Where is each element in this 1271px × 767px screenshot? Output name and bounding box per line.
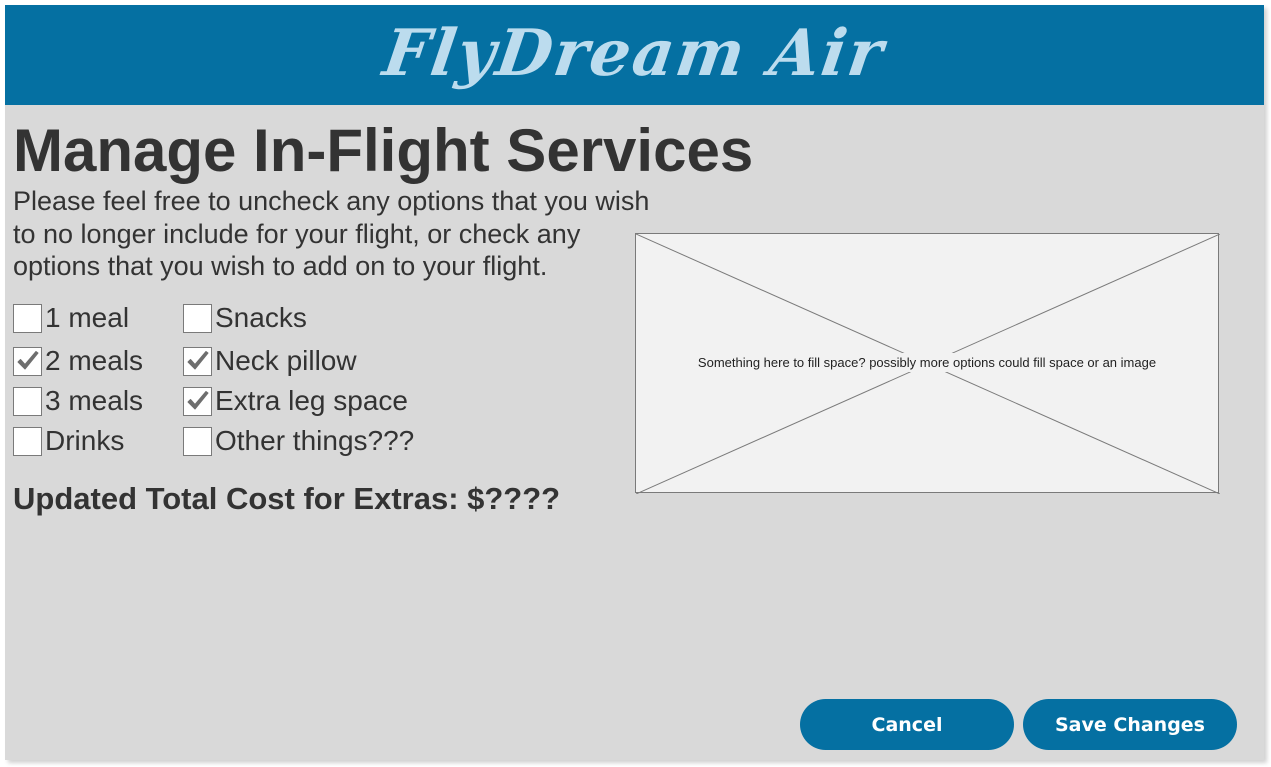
checkbox[interactable] bbox=[183, 346, 212, 376]
option-label: Neck pillow bbox=[215, 345, 357, 376]
save-changes-button[interactable]: Save Changes bbox=[1023, 699, 1237, 750]
check-icon bbox=[187, 391, 208, 410]
option-2-meals[interactable]: 2 meals bbox=[13, 345, 143, 377]
checkbox[interactable] bbox=[183, 303, 212, 333]
check-icon bbox=[17, 351, 38, 370]
checkbox[interactable] bbox=[183, 426, 212, 456]
intro-line: Please feel free to uncheck any options … bbox=[13, 186, 650, 216]
total-cost: Updated Total Cost for Extras: $???? bbox=[13, 481, 561, 516]
checkbox[interactable] bbox=[13, 303, 42, 333]
option-label: Drinks bbox=[45, 425, 125, 456]
checkbox[interactable] bbox=[13, 386, 42, 416]
intro-line: to no longer include for your flight, or… bbox=[13, 218, 581, 249]
option-3-meals[interactable]: 3 meals bbox=[13, 385, 143, 417]
app-window: FlyDream Air Manage In-Flight Services P… bbox=[5, 5, 1264, 760]
option-label: Extra leg space bbox=[215, 385, 408, 416]
checkbox[interactable] bbox=[13, 426, 42, 456]
page-title: Manage In-Flight Services bbox=[13, 117, 754, 184]
option-label: 3 meals bbox=[45, 385, 144, 416]
option-1-meal[interactable]: 1 meal bbox=[13, 302, 129, 334]
cancel-button[interactable]: Cancel bbox=[800, 699, 1014, 750]
option-label: Snacks bbox=[215, 302, 307, 333]
checkbox[interactable] bbox=[183, 386, 212, 416]
option-extra-leg-space[interactable]: Extra leg space bbox=[183, 385, 408, 417]
brand-logo: FlyDream Air bbox=[379, 15, 890, 91]
image-placeholder: Something here to fill space? possibly m… bbox=[635, 233, 1220, 494]
option-label: 2 meals bbox=[45, 345, 144, 376]
check-icon bbox=[187, 351, 208, 370]
option-snacks[interactable]: Snacks bbox=[183, 302, 307, 334]
placeholder-caption: Something here to fill space? possibly m… bbox=[693, 353, 1161, 372]
intro-line: options that you wish to add on to your … bbox=[13, 251, 548, 281]
option-other-things[interactable]: Other things??? bbox=[183, 425, 414, 457]
option-neck-pillow[interactable]: Neck pillow bbox=[183, 345, 357, 377]
checkbox[interactable] bbox=[13, 346, 42, 376]
intro-text: Please feel free to uncheck any options … bbox=[13, 185, 683, 283]
option-label: Other things??? bbox=[215, 425, 415, 456]
option-label: 1 meal bbox=[45, 302, 130, 333]
option-drinks[interactable]: Drinks bbox=[13, 425, 124, 457]
header-banner: FlyDream Air bbox=[5, 5, 1264, 105]
